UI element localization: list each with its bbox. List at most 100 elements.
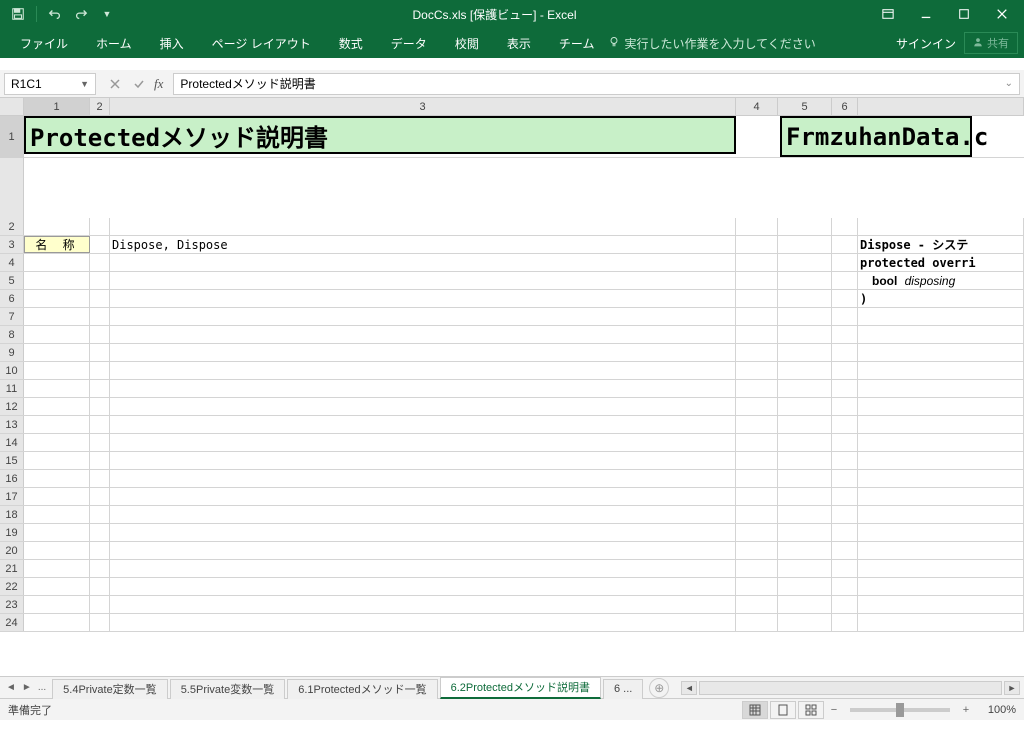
cell[interactable] [858,488,1024,505]
zoom-level[interactable]: 100% [976,704,1016,716]
cell[interactable] [24,542,90,559]
tab-pagelayout[interactable]: ページ レイアウト [198,28,325,58]
cell[interactable] [24,308,90,325]
cell[interactable] [736,326,778,343]
cell[interactable] [778,362,832,379]
tab-formulas[interactable]: 数式 [325,28,377,58]
cell[interactable] [90,218,110,235]
cell[interactable] [24,254,90,271]
cell[interactable] [736,416,778,433]
cell[interactable] [778,614,832,631]
zoom-out-button[interactable]: − [826,704,842,716]
cell[interactable] [778,254,832,271]
cell[interactable] [24,434,90,451]
cell[interactable] [110,326,736,343]
row-header[interactable]: 11 [0,380,24,397]
cell[interactable] [24,452,90,469]
cell[interactable] [832,398,858,415]
tab-data[interactable]: データ [377,28,441,58]
cell[interactable] [110,596,736,613]
cell[interactable] [24,326,90,343]
cell[interactable] [832,416,858,433]
sheet-tab[interactable]: 6.2Protectedメソッド説明書 [440,677,601,699]
sheet-tab[interactable]: 6 ... [603,679,643,699]
formula-input[interactable]: Protectedメソッド説明書 ⌄ [173,73,1020,95]
cell[interactable] [110,488,736,505]
cell[interactable] [858,596,1024,613]
cell[interactable] [736,506,778,523]
cell[interactable] [24,416,90,433]
hscroll-track[interactable] [699,681,1002,695]
cell[interactable] [858,614,1024,631]
cell[interactable] [858,218,1024,235]
cell[interactable] [736,380,778,397]
cell[interactable] [110,362,736,379]
cell[interactable] [778,344,832,361]
row-header[interactable]: 2 [0,218,24,235]
undo-icon[interactable] [43,2,67,26]
row-header[interactable]: 5 [0,272,24,289]
cell[interactable] [24,290,90,307]
cell[interactable] [110,434,736,451]
ribbon-display-icon[interactable] [870,0,906,28]
cell-code[interactable]: protected overri [858,254,1024,271]
cell[interactable] [24,272,90,289]
cell[interactable] [832,362,858,379]
cell[interactable] [778,542,832,559]
row-header[interactable]: 19 [0,524,24,541]
cell[interactable] [24,506,90,523]
cell[interactable] [110,416,736,433]
cell[interactable] [110,344,736,361]
cell[interactable] [736,560,778,577]
cell[interactable] [90,326,110,343]
col-header[interactable] [858,98,1024,115]
tab-home[interactable]: ホーム [82,28,146,58]
sheet-tab[interactable]: 6.1Protectedメソッド一覧 [287,679,437,699]
title-side-cell[interactable]: FrmzuhanData.c [780,116,972,157]
col-header[interactable]: 5 [778,98,832,115]
cell[interactable] [110,272,736,289]
cell[interactable] [832,434,858,451]
cell[interactable] [90,542,110,559]
row-header[interactable]: 16 [0,470,24,487]
zoom-thumb[interactable] [896,703,904,717]
cell[interactable] [90,470,110,487]
view-normal-icon[interactable] [742,701,768,719]
name-box[interactable]: R1C1 ▼ [4,73,96,95]
sheet-nav-next-icon[interactable]: ► [22,682,32,693]
col-header[interactable]: 4 [736,98,778,115]
tab-view[interactable]: 表示 [493,28,545,58]
cell[interactable] [736,578,778,595]
maximize-icon[interactable] [946,0,982,28]
cell[interactable] [90,578,110,595]
qat-customize-icon[interactable]: ▼ [95,2,119,26]
enter-icon[interactable] [128,73,150,95]
cell[interactable] [778,452,832,469]
cell[interactable] [858,506,1024,523]
cell[interactable] [778,308,832,325]
cell[interactable] [778,236,832,253]
cell[interactable] [832,524,858,541]
cell[interactable] [90,614,110,631]
cell[interactable] [858,326,1024,343]
cell[interactable] [110,380,736,397]
cell-name-label[interactable]: 名 称 [24,236,90,253]
row-header[interactable]: 8 [0,326,24,343]
cell[interactable] [736,542,778,559]
cell[interactable] [858,524,1024,541]
sheet-nav-more[interactable]: ... [38,682,46,693]
row-header[interactable]: 21 [0,560,24,577]
view-pagebreak-icon[interactable] [798,701,824,719]
cell[interactable] [90,488,110,505]
cell[interactable] [110,542,736,559]
cell[interactable] [736,452,778,469]
cell-code[interactable]: Dispose - システ [858,236,1024,253]
cell[interactable] [110,290,736,307]
cell[interactable] [90,596,110,613]
row-header[interactable]: 12 [0,398,24,415]
cell[interactable] [832,308,858,325]
cell[interactable] [778,470,832,487]
cell[interactable] [90,362,110,379]
cell-code[interactable]: bool disposing [858,272,1024,289]
cell[interactable] [832,290,858,307]
